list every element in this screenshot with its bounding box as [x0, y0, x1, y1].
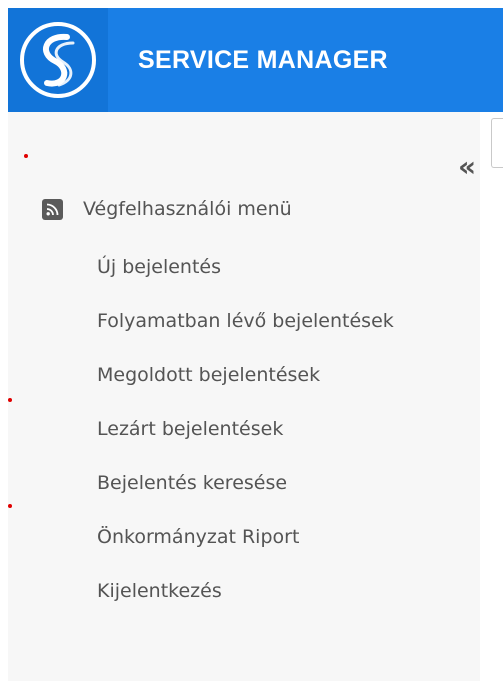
sidebar: « Végfelhasználói menü Új bejelentés Fol…	[8, 112, 480, 681]
sidebar-section-end-user-menu[interactable]: Végfelhasználói menü	[42, 198, 292, 220]
app-title: SERVICE MANAGER	[138, 45, 388, 74]
sidebar-item-municipality-report[interactable]: Önkormányzat Riport	[97, 526, 299, 548]
collapse-sidebar-button[interactable]: «	[458, 153, 484, 181]
marker-dot	[8, 398, 12, 402]
sidebar-item-logout[interactable]: Kijelentkezés	[97, 580, 222, 602]
service-manager-logo-icon	[20, 22, 96, 98]
content-panel-edge	[491, 118, 503, 168]
app-frame: SERVICE MANAGER « Végfelhasználói menü Ú…	[0, 0, 503, 681]
marker-dot	[8, 504, 12, 508]
sidebar-item-in-progress-tickets[interactable]: Folyamatban lévő bejelentések	[97, 310, 394, 332]
marker-dot	[24, 154, 28, 158]
app-header: SERVICE MANAGER	[8, 8, 503, 112]
sidebar-item-new-ticket[interactable]: Új bejelentés	[97, 256, 221, 278]
logo[interactable]	[8, 8, 108, 112]
sidebar-section-label: Végfelhasználói menü	[83, 198, 292, 220]
rss-icon	[42, 198, 63, 220]
sidebar-item-closed-tickets[interactable]: Lezárt bejelentések	[97, 418, 283, 440]
sidebar-item-resolved-tickets[interactable]: Megoldott bejelentések	[97, 364, 320, 386]
sidebar-item-search-ticket[interactable]: Bejelentés keresése	[97, 472, 287, 494]
